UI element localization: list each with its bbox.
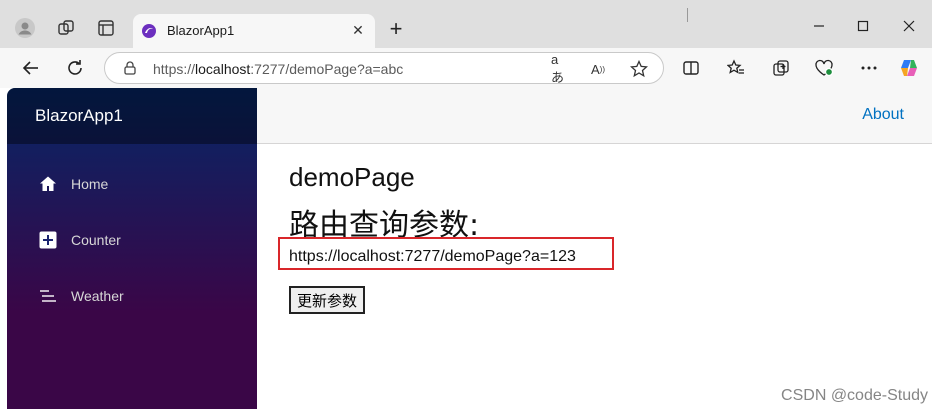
sidebar-item-home[interactable]: Home: [7, 164, 257, 204]
collections-icon[interactable]: [769, 56, 793, 80]
about-link[interactable]: About: [862, 106, 904, 124]
plus-square-icon: [39, 231, 57, 249]
favorite-star-icon[interactable]: [629, 59, 649, 79]
sidebar-item-counter[interactable]: Counter: [7, 220, 257, 260]
copilot-icon[interactable]: [897, 56, 921, 80]
profile-icon[interactable]: [15, 18, 35, 38]
update-params-button[interactable]: 更新参数: [289, 286, 366, 314]
browser-essentials-icon[interactable]: [812, 56, 836, 80]
more-icon[interactable]: [857, 56, 881, 80]
tab-title: BlazorApp1: [167, 23, 235, 38]
current-url-text: https://localhost:7277/demoPage?a=123: [289, 248, 576, 265]
divider: [687, 8, 688, 22]
address-bar[interactable]: https://localhost:7277/demoPage?a=abc aあ…: [104, 52, 664, 85]
split-screen-icon[interactable]: [679, 56, 703, 80]
new-tab-icon[interactable]: +: [386, 18, 406, 40]
refresh-icon[interactable]: [63, 56, 87, 80]
sidebar-item-label: Counter: [71, 232, 121, 248]
browser-toolbar: https://localhost:7277/demoPage?a=abc aあ…: [0, 48, 932, 88]
favorites-icon[interactable]: [724, 56, 748, 80]
sidebar-item-label: Home: [71, 176, 109, 192]
maximize-icon[interactable]: [853, 16, 873, 36]
browser-tab[interactable]: BlazorApp1 ✕: [133, 14, 375, 48]
close-window-icon[interactable]: [899, 16, 919, 36]
brand-bar: BlazorApp1: [7, 88, 257, 144]
sidebar-item-weather[interactable]: Weather: [7, 276, 257, 316]
back-icon[interactable]: [19, 56, 43, 80]
main-content: demoPage 路由查询参数: https://localhost:7277/…: [257, 144, 932, 409]
watermark: CSDN @code-Study: [781, 387, 928, 404]
minimize-icon[interactable]: [809, 16, 829, 36]
close-tab-icon[interactable]: ✕: [350, 22, 366, 38]
translate-icon[interactable]: aあ: [551, 52, 571, 85]
list-icon: [39, 287, 57, 305]
blazor-favicon-icon: [141, 23, 157, 39]
sidebar: BlazorApp1 Home Counter Weather: [7, 88, 257, 409]
browser-title-bar: BlazorApp1 ✕ +: [0, 0, 932, 48]
sidebar-item-label: Weather: [71, 288, 124, 304]
tab-actions-icon[interactable]: [96, 18, 116, 38]
read-aloud-icon[interactable]: A)): [588, 59, 608, 79]
page-viewport: BlazorApp1 Home Counter Weather About de…: [7, 88, 932, 409]
workspaces-icon[interactable]: [56, 18, 76, 38]
lock-icon[interactable]: [122, 60, 138, 76]
page-title: demoPage: [289, 162, 415, 192]
top-row: About: [257, 88, 932, 144]
url-text[interactable]: https://localhost:7277/demoPage?a=abc: [153, 61, 403, 77]
home-icon: [39, 175, 57, 193]
brand-link[interactable]: BlazorApp1: [35, 106, 123, 126]
